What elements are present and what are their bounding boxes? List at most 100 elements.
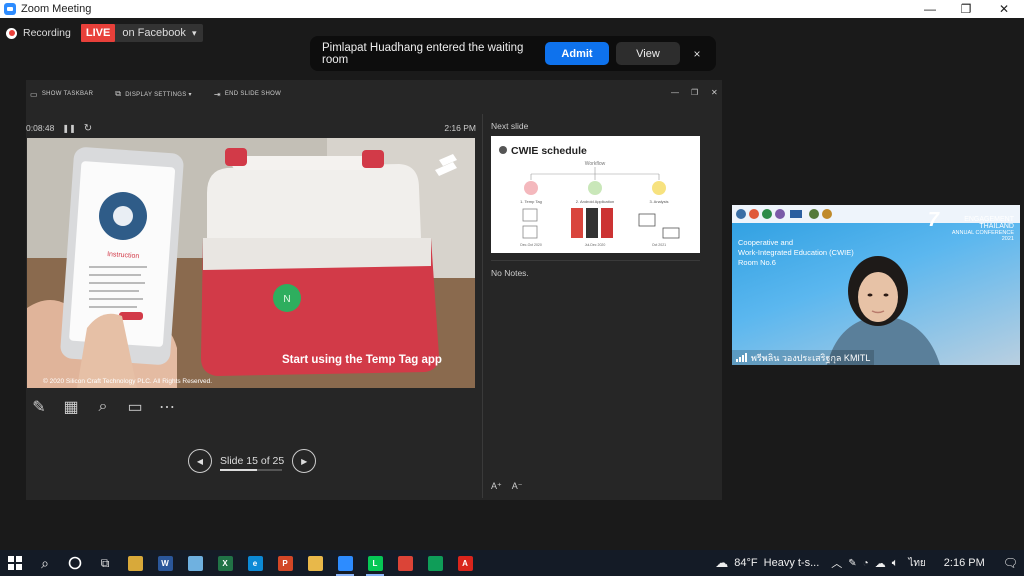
zoom-icon[interactable] [330,550,360,576]
restart-timer-icon[interactable]: ↻ [84,123,92,134]
weather-icon[interactable]: ☁ [715,555,728,571]
notepad-icon-glyph [187,555,203,571]
slide-caption: Start using the Temp Tag app [282,354,442,366]
zoom-slide-icon[interactable]: ⌕ [92,396,114,418]
next-slide-title: CWIE schedule [511,145,587,157]
word-icon-glyph: W [157,555,173,571]
maximize-button[interactable]: ❐ [946,0,986,18]
slide-progress-bar [220,469,282,471]
end-slide-show-button[interactable]: ⇥ END SLIDE SHOW [214,90,281,99]
edge-icon-glyph: e [247,555,263,571]
end-show-icon: ⇥ [213,89,221,99]
elapsed-timer: 0:08:48 [26,123,55,133]
black-screen-icon[interactable]: ▭ [124,396,146,418]
step-1-label: 1. Temp Tag [520,199,542,204]
increase-font-button[interactable]: A⁺ [491,481,502,492]
notes-font-controls: A⁺ A⁻ [491,481,523,492]
previous-slide-button[interactable]: ◀ [188,449,212,473]
view-button[interactable]: View [616,42,680,65]
folder-icon-glyph [307,555,323,571]
acrobat-icon-glyph: A [457,555,473,571]
next-slide-graphic: CWIE schedule Workflow 1. Temp Tag 2. An… [499,145,680,247]
slide-counter: Slide 15 of 25 [220,455,285,467]
weather-temperature[interactable]: 84°F [734,557,757,569]
step-2-label: 2. Android Application [576,199,614,204]
shared-presenter-view: ▭ SHOW TASKBAR ⧉ DISPLAY SETTINGS ▾ ⇥ EN… [26,80,722,500]
line-icon-glyph: L [367,555,383,571]
timer-row: 0:08:48 ❚❚ ↻ 2:16 PM [26,121,476,135]
presenter-close-icon[interactable]: ✕ [711,88,718,97]
presenter-toolbar: ▭ SHOW TASKBAR ⧉ DISPLAY SETTINGS ▾ ⇥ EN… [26,80,722,108]
see-all-slides-icon[interactable]: ▦ [60,396,82,418]
network-icon[interactable]: ◔ [863,558,869,569]
chrome-profile-icon[interactable] [420,550,450,576]
next-slide-button[interactable]: ▶ [292,449,317,473]
close-window-button[interactable]: ✕ [984,0,1024,18]
live-destination-button[interactable]: on Facebook ▾ [115,24,204,42]
display-settings-label: DISPLAY SETTINGS ▾ [125,91,192,98]
nfc-tag-letter: N [283,294,290,305]
pen-workspace-icon[interactable]: ✎ [848,558,856,569]
volume-icon[interactable]: 🔈︎ [892,557,899,570]
weather-condition[interactable]: Heavy t-s... [764,557,820,569]
workflow-label: Workflow [585,161,606,167]
close-notification-icon[interactable]: × [690,47,704,61]
speaker-notes: No Notes. [491,268,529,278]
minimize-button[interactable]: — [910,0,950,18]
decrease-font-button[interactable]: A⁻ [512,481,523,492]
edge-icon[interactable]: e [240,550,270,576]
caret-down-icon: ▾ [191,27,197,38]
chrome-icon-glyph [397,555,413,571]
system-tray: ☁ 84°F Heavy t-s... ︿ ✎ ◔ ☁ 🔈︎ ไทย 2:16 … [715,550,1024,576]
word-icon[interactable]: W [150,550,180,576]
folder-icon[interactable] [300,550,330,576]
show-hidden-icons-icon[interactable]: ︿ [831,555,842,571]
pen-icon[interactable]: ✎ [28,396,50,418]
notepad-icon[interactable] [180,550,210,576]
file-explorer-icon[interactable] [120,550,150,576]
recording-status: Recording LIVE on Facebook ▾ [6,24,204,42]
windows-taskbar: ⌕ ⧉ W XeP L A ☁ 84°F Heavy t-s... ︿ ✎ ◔ ☁ 🔈… [0,550,1024,576]
pause-timer-icon[interactable]: ❚❚ [62,124,75,133]
window-titlebar: Zoom Meeting — ❐ ✕ [0,0,1024,18]
slide-photo: N Instruction Start using the Temp Tag a… [27,138,475,388]
powerpoint-icon[interactable]: P [270,550,300,576]
windows-start-icon[interactable] [0,550,30,576]
recording-label: Recording [23,27,71,39]
excel-icon-glyph: X [217,555,233,571]
display-settings-button[interactable]: ⧉ DISPLAY SETTINGS ▾ [115,89,192,99]
taskbar-clock[interactable]: 2:16 PM [944,557,985,569]
chrome-icon[interactable] [390,550,420,576]
waiting-room-notification: Pimlapat Huadhang entered the waiting ro… [310,36,716,71]
pane-divider[interactable] [482,114,483,498]
cortana-icon[interactable] [60,550,90,576]
task-view-icon[interactable]: ⧉ [90,550,120,576]
taskbar-icon: ▭ [30,89,38,99]
search-icon[interactable]: ⌕ [30,550,60,576]
file-explorer-icon-glyph [127,555,143,571]
chrome-profile-icon-glyph [427,555,443,571]
show-taskbar-label: SHOW TASKBAR [41,91,94,97]
end-slide-show-label: END SLIDE SHOW [224,91,282,97]
signal-strength-icon [736,353,747,362]
participant-video[interactable]: 7 ENGAGEMENT THAILAND ANNUAL CONFERENCE … [732,205,1020,365]
presenter-minimize-icon[interactable]: — [671,88,679,97]
line-icon[interactable]: L [360,550,390,576]
presenter-clock: 2:16 PM [444,123,476,133]
participant-name: พรีพลิน วองประเสริฐกุล KMITL [751,352,871,363]
onedrive-icon[interactable]: ☁ [875,557,886,570]
input-language[interactable]: ไทย [908,556,925,571]
show-taskbar-button[interactable]: ▭ SHOW TASKBAR [30,90,93,99]
admit-button[interactable]: Admit [545,42,609,65]
step-3-label: 3. Analysis [649,199,668,204]
participant-nameplate: พรีพลิน วองประเสริฐกุล KMITL [732,350,875,365]
acrobat-icon[interactable]: A [450,550,480,576]
action-center-icon[interactable]: 🗨︎ [1003,556,1018,570]
more-options-icon[interactable]: ⋯ [156,396,178,418]
meeting-stage: Recording LIVE on Facebook ▾ Pimlapat Hu… [0,18,1024,550]
presenter-restore-icon[interactable]: ❐ [691,88,698,97]
excel-icon[interactable]: X [210,550,240,576]
next-slide-preview[interactable]: CWIE schedule Workflow 1. Temp Tag 2. An… [491,136,700,253]
current-slide: N Instruction Start using the Temp Tag a… [27,138,475,388]
live-badge: LIVE [80,24,116,42]
